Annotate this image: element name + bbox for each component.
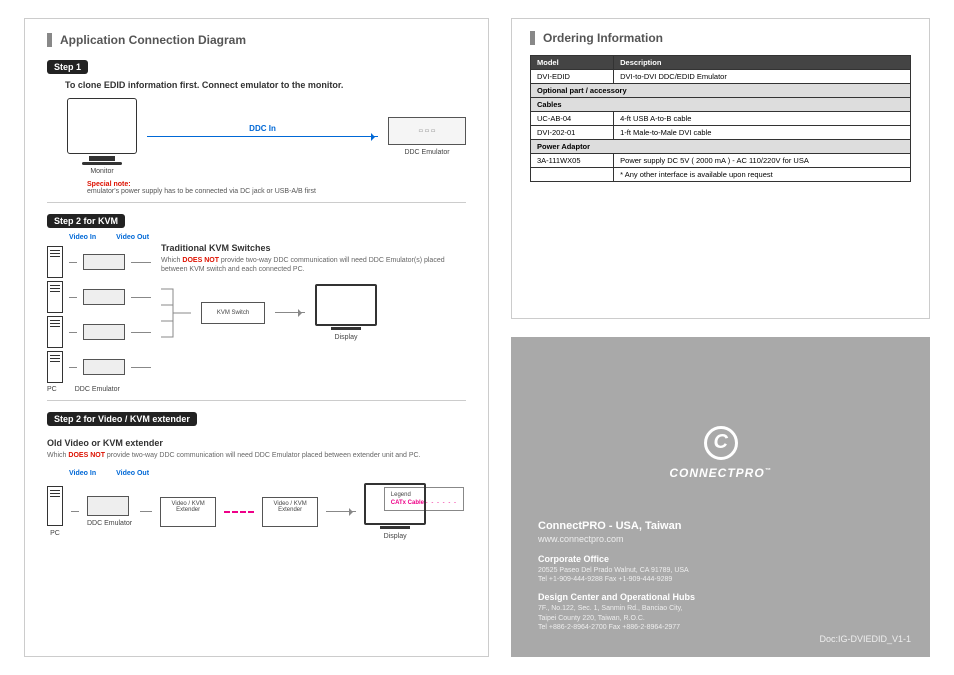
conn-line [275,312,305,313]
table-subheader: Power Adaptor [531,140,911,154]
right-column: Ordering Information ModelDescription DV… [511,18,930,657]
ext-box-2: Video / KVM Extender [262,497,318,527]
ext-box-1: Video / KVM Extender [160,497,216,527]
logo-icon [704,426,738,460]
office-tel: Tel +1-909-444-9288 Fax +1-909-444-9289 [538,575,903,584]
special-note-title: Special note: [87,181,466,188]
logo-wrap: CONNECTPRO™ [538,426,903,480]
ext-emu-label: DDC Emulator [87,520,132,527]
monitor-block: Monitor [67,98,137,175]
brand-text: CONNECTPRO™ [538,466,903,480]
kvm-switch-row: KVM Switch Display [161,283,466,343]
display-icon-2 [364,483,426,525]
design-heading: Design Center and Operational Hubs [538,592,903,602]
left-title: Application Connection Diagram [47,33,466,47]
kvm-row-3 [47,316,151,348]
ordering-panel: Ordering Information ModelDescription DV… [511,18,930,319]
table-row: 3A-111WX05Power supply DC 5V ( 2000 mA )… [531,154,911,168]
kvm-diagram: PC DDC Emulator Traditional KVM Switches … [47,243,466,393]
ext-video-in: Video In [69,470,96,477]
divider1 [47,202,466,203]
special-note: Special note: emulator's power supply ha… [87,181,466,195]
table-row: DVI-EDIDDVI-to-DVI DDC/EDID Emulator [531,70,911,84]
kvm-switch-box: KVM Switch [201,302,265,324]
pc-icon [47,281,63,313]
pc-label: PC [47,386,57,393]
emu-icon [83,359,125,375]
corp-title: ConnectPRO - USA, Taiwan [538,520,903,532]
table-subheader: Cables [531,98,911,112]
conn-line-2 [326,511,356,512]
kvm-col-labels: Video In Video Out [69,234,466,241]
catx-line [224,511,254,513]
divider2 [47,400,466,401]
table-header-row: ModelDescription [531,56,911,70]
th-desc: Description [614,56,911,70]
video-in-label: Video In [69,234,96,241]
ddc-in-label: DDC In [249,124,276,133]
kvm-row-2 [47,281,151,313]
kvm-text-block: Traditional KVM Switches Which DOES NOT … [161,243,466,393]
emu-icon [87,496,129,516]
left-panel: Application Connection Diagram Step 1 To… [24,18,489,657]
ext-heading: Old Video or KVM extender [47,438,466,448]
ordering-table: ModelDescription DVI-EDIDDVI-to-DVI DDC/… [530,55,911,182]
ext-display-label: Display [364,533,426,540]
step2ext-badge: Step 2 for Video / KVM extender [47,412,197,426]
pc-icon [47,351,63,383]
office-heading: Corporate Office [538,554,903,564]
emu-icon [83,289,125,305]
table-note-row: * Any other interface is available upon … [531,168,911,182]
pc-icon [47,246,63,278]
display-label: Display [315,334,377,341]
kvm-row-4 [47,351,151,383]
pc-icon [47,486,63,526]
table-row: DVI-202-011-ft Male-to-Male DVI cable [531,126,911,140]
ext-pc-label: PC [47,530,63,537]
design-addr2: Taipei County 220, Taiwan, R.O.C. [538,614,903,623]
kvm-body: Which DOES NOT provide two-way DDC commu… [161,256,466,275]
step2kvm-badge: Step 2 for KVM [47,214,125,228]
step1-badge: Step 1 [47,60,88,74]
ext-video-out: Video Out [116,470,149,477]
ext-col-labels: Video In Video Out [69,470,466,477]
bracket-icon [161,283,191,343]
ddc-arrow: DDC In [147,136,378,137]
emulator-block: ▭ ▭ ▭ DDC Emulator [388,117,466,156]
emulator-label: DDC Emulator [388,149,466,156]
step1-diagram: Monitor DDC In ▭ ▭ ▭ DDC Emulator [67,98,466,175]
emu-icon [83,254,125,270]
ordering-title: Ordering Information [530,31,911,45]
office-addr: 20525 Paseo Del Prado Walnut, CA 91789, … [538,566,903,575]
design-tel: Tel +886-2-8964-2700 Fax +886-2-8964-297… [538,623,903,632]
emu-bottom-label: DDC Emulator [75,386,120,393]
step1-instruction: To clone EDID information first. Connect… [65,80,466,90]
kvm-row-1 [47,246,151,278]
ext-body: Which DOES NOT provide two-way DDC commu… [47,451,466,460]
special-note-body: emulator's power supply has to be connec… [87,188,466,195]
extender-diagram: PC DDC Emulator Video / KVM Extender Vid… [47,483,466,540]
table-subheader: Optional part / accessory [531,84,911,98]
video-out-label: Video Out [116,234,149,241]
doc-id: Doc:IG-DVIEDID_V1-1 [819,634,911,644]
monitor-icon [67,98,137,154]
design-addr1: 7F., No.122, Sec. 1, Sanmin Rd., Banciao… [538,604,903,613]
emulator-icon: ▭ ▭ ▭ [388,117,466,145]
display-icon [315,284,377,326]
kvm-heading: Traditional KVM Switches [161,243,466,253]
pc-icon [47,316,63,348]
brand-panel: CONNECTPRO™ ConnectPRO - USA, Taiwan www… [511,337,930,658]
emu-icon [83,324,125,340]
corp-url: www.connectpro.com [538,534,903,544]
kvm-left-col: PC DDC Emulator [47,243,151,393]
table-row: UC-AB-044-ft USB A-to-B cable [531,112,911,126]
th-model: Model [531,56,614,70]
monitor-label: Monitor [67,168,137,175]
corporate-info: ConnectPRO - USA, Taiwan www.connectpro.… [538,520,903,633]
